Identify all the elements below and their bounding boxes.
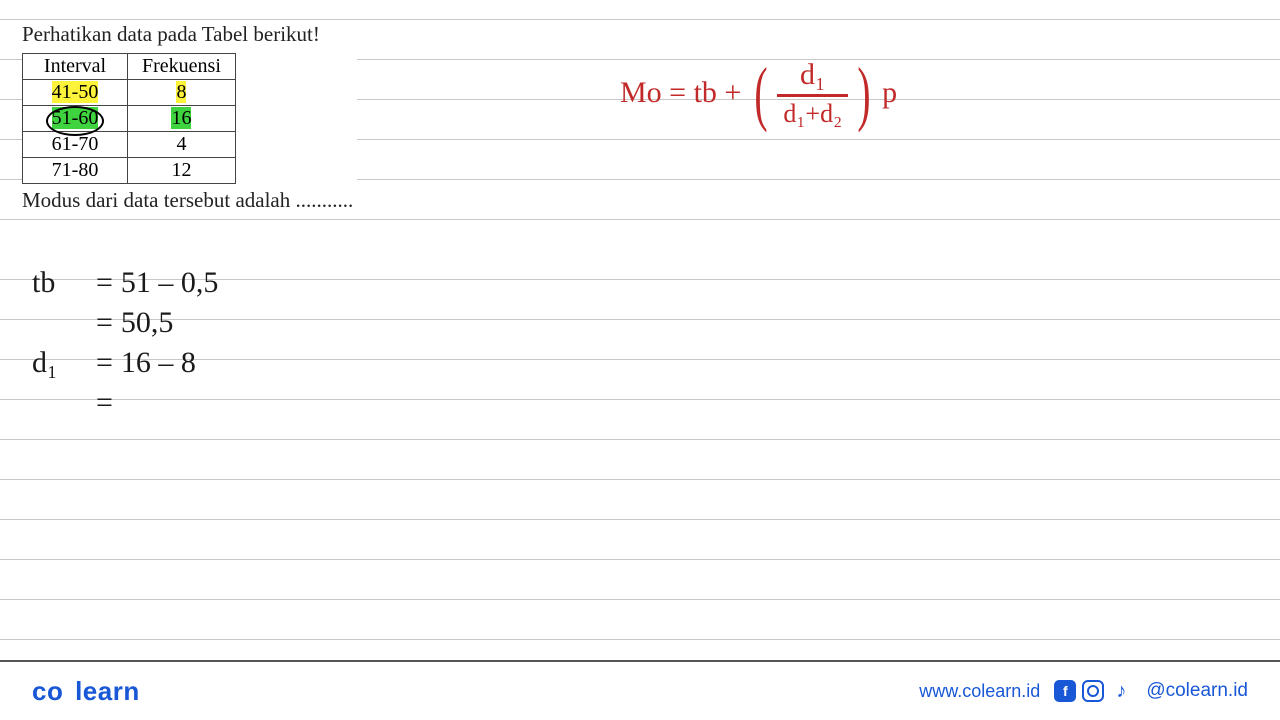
brand-part-b: learn <box>75 676 140 706</box>
formula-tail: p <box>882 76 897 110</box>
table-row: 71-80 12 <box>23 158 236 184</box>
header-frekuensi: Frekuensi <box>128 54 236 80</box>
frequency-table: Interval Frekuensi 41-50 8 51-60 16 61-7… <box>22 53 236 184</box>
instagram-icon[interactable] <box>1082 680 1104 702</box>
cell-freq: 4 <box>128 132 236 158</box>
table-row: 41-50 8 <box>23 80 236 106</box>
work-line: = <box>32 383 218 423</box>
fraction-numerator: d₁ <box>794 58 831 92</box>
worksheet-canvas: Perhatikan data pada Tabel berikut! Inte… <box>0 0 1280 660</box>
right-paren-icon: ) <box>858 63 871 123</box>
equals-icon: = <box>96 343 113 383</box>
header-interval: Interval <box>23 54 128 80</box>
tiktok-icon[interactable]: ♪ <box>1110 680 1132 702</box>
fraction-bar-icon <box>777 94 848 97</box>
cell-freq: 16 <box>128 106 236 132</box>
mode-formula: Mo = tb + ( d₁ d₁+d₂ ) p <box>620 58 897 129</box>
brand-logo: co learn <box>32 676 140 707</box>
left-paren-icon: ( <box>755 63 768 123</box>
work-value: 51 – 0,5 <box>121 263 219 303</box>
question-followup: Modus dari data tersebut adalah ........… <box>22 188 353 213</box>
footer-right: www.colearn.id f ♪ @colearn.id <box>919 680 1248 702</box>
table-header-row: Interval Frekuensi <box>23 54 236 80</box>
cell-freq: 8 <box>128 80 236 106</box>
cell-interval: 41-50 <box>23 80 128 106</box>
social-icons: f ♪ <box>1054 680 1132 702</box>
work-value: 16 – 8 <box>121 343 196 383</box>
table-row: 61-70 4 <box>23 132 236 158</box>
work-symbol: d₁ <box>32 343 88 383</box>
equals-icon: = <box>96 383 113 423</box>
cell-interval: 61-70 <box>23 132 128 158</box>
question-block: Perhatikan data pada Tabel berikut! Inte… <box>22 22 357 217</box>
work-symbol: tb <box>32 263 88 303</box>
formula-lhs: Mo = tb + <box>620 76 741 110</box>
cell-interval: 71-80 <box>23 158 128 184</box>
facebook-icon[interactable]: f <box>1054 680 1076 702</box>
formula-fraction: d₁ d₁+d₂ <box>777 58 848 129</box>
fraction-denominator: d₁+d₂ <box>777 99 848 129</box>
question-title: Perhatikan data pada Tabel berikut! <box>22 22 353 47</box>
footer-url[interactable]: www.colearn.id <box>919 681 1040 702</box>
table-row: 51-60 16 <box>23 106 236 132</box>
work-line: = 50,5 <box>32 303 218 343</box>
footer-bar: co learn www.colearn.id f ♪ @colearn.id <box>0 660 1280 720</box>
work-line: tb = 51 – 0,5 <box>32 263 218 303</box>
work-value: 50,5 <box>121 303 174 343</box>
handwritten-work: tb = 51 – 0,5 = 50,5 d₁ = 16 – 8 = <box>32 263 218 423</box>
brand-part-a: co <box>32 676 63 706</box>
work-line: d₁ = 16 – 8 <box>32 343 218 383</box>
social-handle[interactable]: @colearn.id <box>1146 680 1248 702</box>
equals-icon: = <box>96 263 113 303</box>
cell-interval: 51-60 <box>23 106 128 132</box>
cell-freq: 12 <box>128 158 236 184</box>
equals-icon: = <box>96 303 113 343</box>
